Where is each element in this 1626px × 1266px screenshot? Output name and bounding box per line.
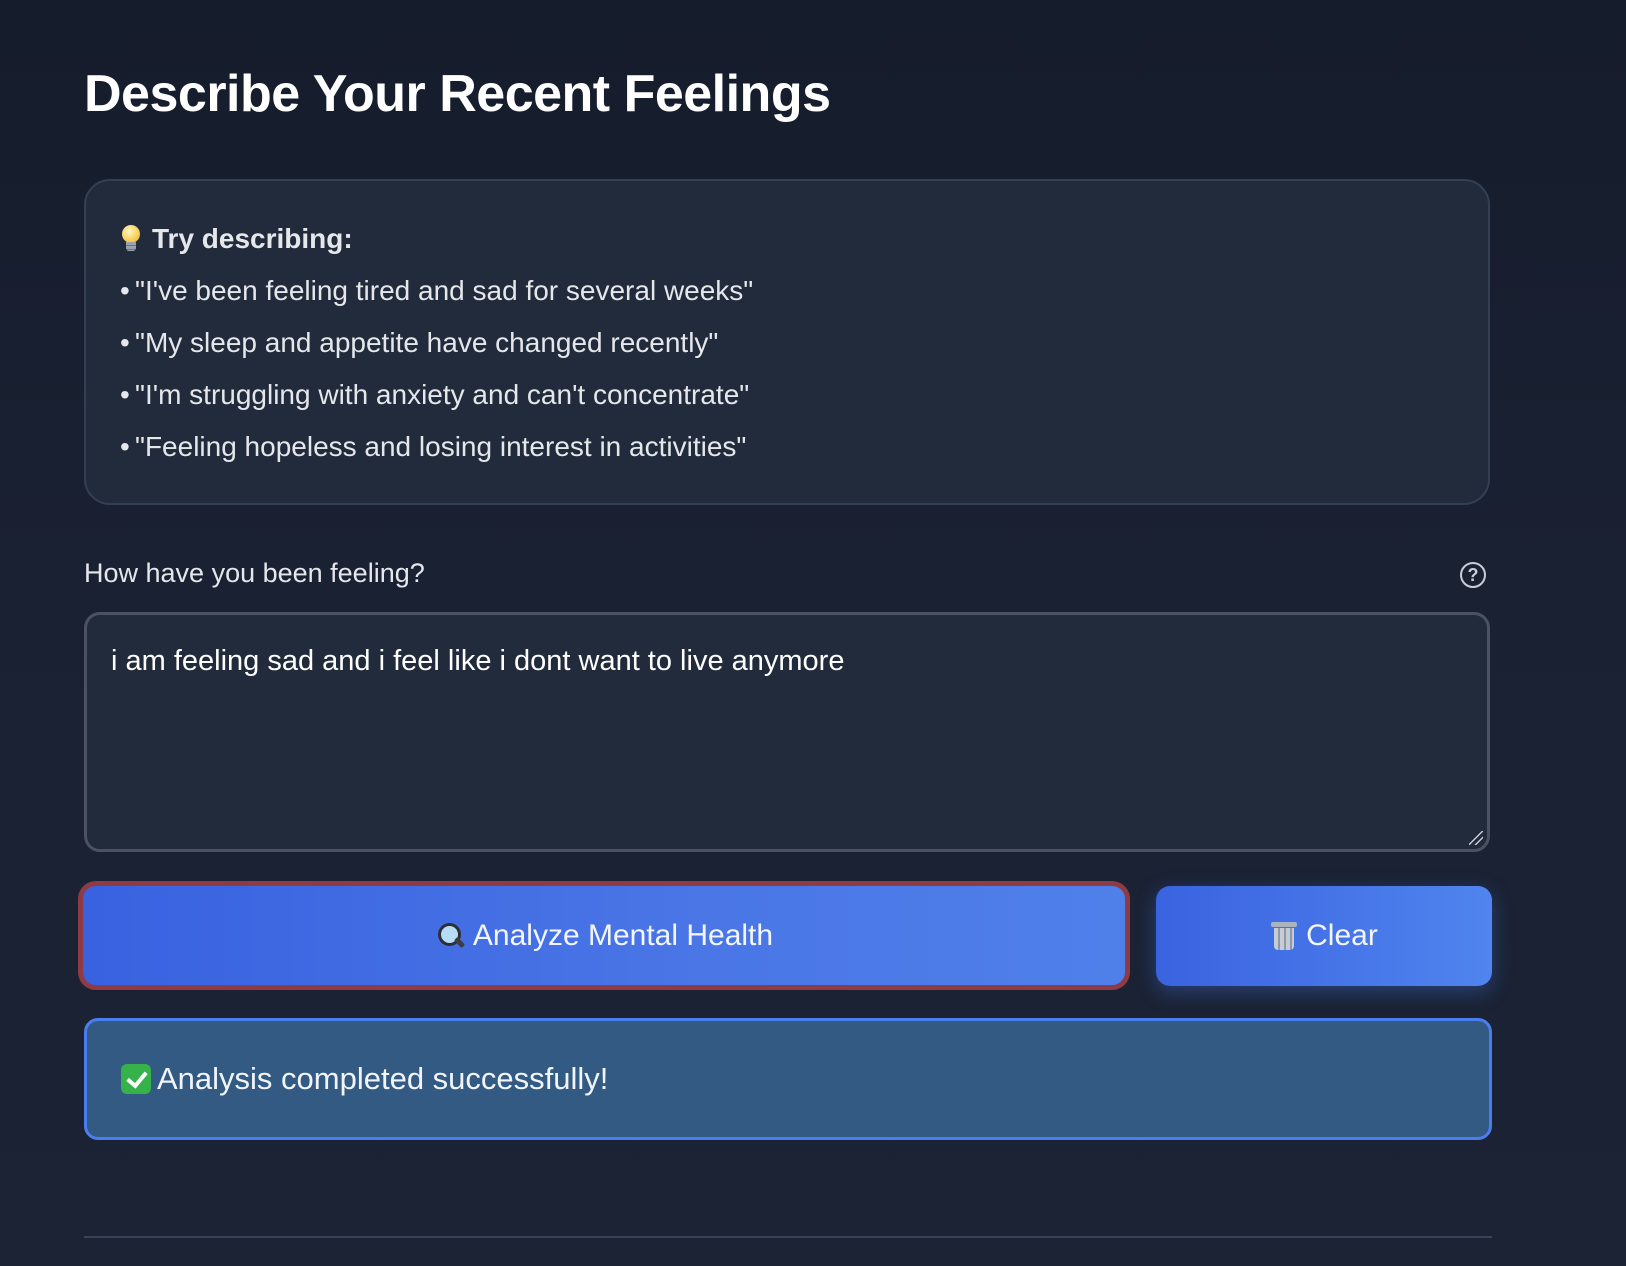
lightbulb-icon [120,225,142,253]
tips-card: Try describing: • "I've been feeling tir… [84,179,1490,505]
bullet-icon: • [120,275,130,306]
feeling-input[interactable]: i am feeling sad and i feel like i dont … [87,615,1487,849]
tip-item: • "My sleep and appetite have changed re… [120,323,1488,375]
check-mark-icon [121,1064,151,1094]
tip-item: • "I'm struggling with anxiety and can't… [120,375,1488,427]
analyze-button[interactable]: Analyze Mental Health [78,881,1130,990]
feeling-field-label: How have you been feeling? [84,558,425,588]
divider [84,1236,1492,1238]
tips-heading: Try describing: [120,219,1488,259]
page: Describe Your Recent Feelings Try descri… [0,0,1626,1266]
tip-text: "I'm struggling with anxiety and can't c… [135,379,750,410]
bullet-icon: • [120,327,130,358]
magnifier-icon [435,921,466,951]
tip-text: "I've been feeling tired and sad for sev… [135,275,754,306]
status-message-box: Analysis completed successfully! [84,1018,1492,1140]
tip-text: "Feeling hopeless and losing interest in… [135,431,747,462]
trash-icon [1270,920,1298,952]
tips-heading-label: Try describing: [152,223,353,254]
feeling-input-wrapper: i am feeling sad and i feel like i dont … [84,612,1490,852]
analyze-button-label: Analyze Mental Health [472,918,774,952]
resize-handle-icon[interactable] [1469,831,1483,845]
tip-text: "My sleep and appetite have changed rece… [135,327,719,358]
bullet-icon: • [120,431,130,462]
help-icon[interactable]: ? [1460,562,1486,588]
clear-button-label: Clear [1306,919,1378,952]
bullet-icon: • [120,379,130,410]
page-title: Describe Your Recent Feelings [84,65,831,123]
clear-button[interactable]: Clear [1156,886,1492,986]
tip-item: • "Feeling hopeless and losing interest … [120,427,1488,479]
status-message: Analysis completed successfully! [157,1061,609,1096]
tip-item: • "I've been feeling tired and sad for s… [120,271,1488,323]
